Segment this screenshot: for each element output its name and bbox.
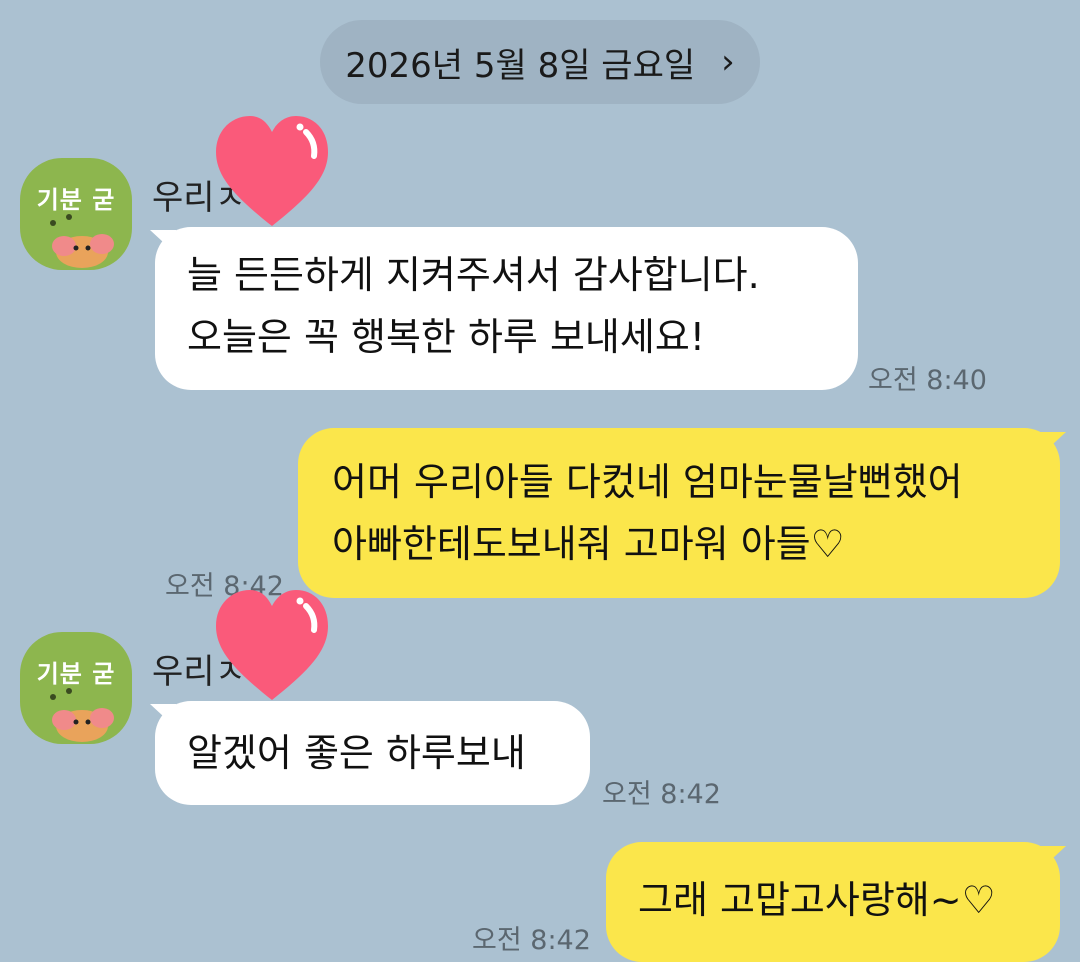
message-line: 늘 든든하게 지켜주셔서 감사합니다. bbox=[187, 253, 760, 297]
message-bubble-outgoing[interactable]: 그래 고맙고사랑해~♡ bbox=[606, 842, 1060, 962]
avatar[interactable]: 기분 굳 bbox=[20, 158, 132, 270]
date-label: 2026년 5월 8일 금요일 bbox=[345, 45, 696, 86]
heart-sticker-icon bbox=[216, 590, 328, 700]
message-bubble-incoming[interactable]: 늘 든든하게 지켜주셔서 감사합니다. 오늘은 꼭 행복한 하루 보내세요! bbox=[155, 227, 858, 390]
chevron-right-icon: › bbox=[721, 42, 735, 82]
message-time: 오전 8:42 bbox=[472, 925, 591, 956]
message-line: 아빠한테도보내줘 고마워 아들♡ bbox=[332, 522, 845, 566]
message-time: 오전 8:40 bbox=[868, 365, 987, 396]
message-line: 알겠어 좋은 하루보내 bbox=[187, 731, 526, 775]
character-emoticon-icon bbox=[52, 234, 114, 268]
message-bubble-incoming[interactable]: 알겠어 좋은 하루보내 bbox=[155, 701, 590, 805]
message-line: 그래 고맙고사랑해~♡ bbox=[638, 878, 996, 922]
heart-sticker-icon bbox=[216, 116, 328, 226]
message-time: 오전 8:42 bbox=[602, 779, 721, 810]
message-bubble-outgoing[interactable]: 어머 우리아들 다컸네 엄마눈물날뻔했어 아빠한테도보내줘 고마워 아들♡ bbox=[298, 428, 1060, 598]
character-emoticon-icon bbox=[52, 708, 114, 742]
avatar[interactable]: 기분 굳 bbox=[20, 632, 132, 744]
date-divider[interactable]: 2026년 5월 8일 금요일 › bbox=[320, 20, 760, 104]
message-line: 오늘은 꼭 행복한 하루 보내세요! bbox=[187, 315, 706, 359]
message-line: 어머 우리아들 다컸네 엄마눈물날뻔했어 bbox=[332, 460, 963, 504]
